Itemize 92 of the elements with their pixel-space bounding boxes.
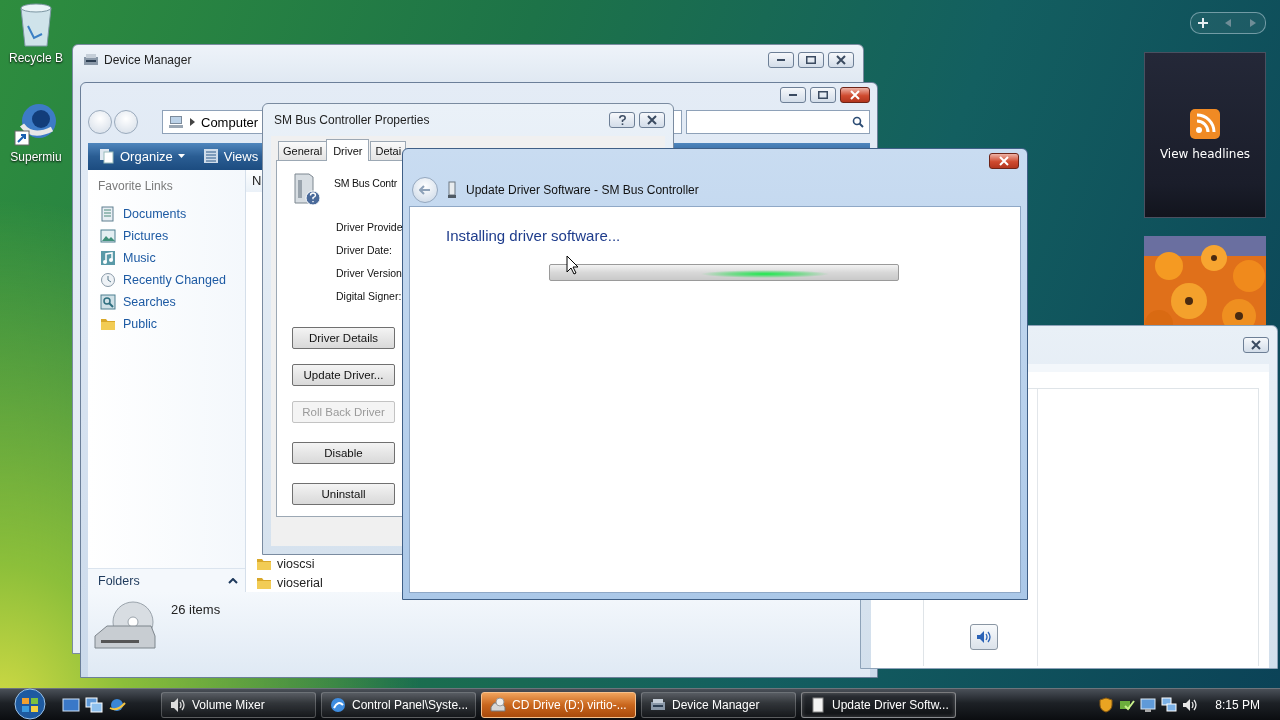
- folder-icon: [100, 316, 116, 331]
- search-folder-icon: [100, 293, 116, 310]
- views-icon: [202, 148, 219, 165]
- plus-icon: [1198, 18, 1209, 28]
- driver-button[interactable]: Update Driver...: [292, 364, 395, 386]
- caret-icon: [177, 154, 185, 159]
- shield-icon[interactable]: [1098, 696, 1115, 713]
- speaker-icon: [976, 630, 992, 644]
- clock[interactable]: 8:15 PM: [1215, 697, 1260, 712]
- taskbar-button[interactable]: CD Drive (D:) virtio-...: [481, 691, 636, 718]
- driver-button[interactable]: Uninstall: [292, 483, 395, 505]
- mute-button[interactable]: [970, 624, 998, 650]
- field-label: Driver Date:: [336, 244, 393, 258]
- music-note-icon: [100, 249, 116, 266]
- window-title: Update Driver Software - SM Bus Controller: [466, 182, 699, 197]
- feed-label[interactable]: View headlines: [1159, 147, 1251, 161]
- close-button[interactable]: [840, 86, 870, 103]
- status-text: 26 items: [171, 602, 221, 618]
- file-name[interactable]: vioscsi: [277, 556, 315, 571]
- search-icon: [852, 116, 864, 129]
- close-icon: [999, 156, 1009, 166]
- right-arrow-icon: [1249, 19, 1256, 27]
- close-icon: [850, 89, 860, 100]
- picture-icon: [100, 227, 116, 244]
- network-icon[interactable]: [1161, 696, 1178, 713]
- close-icon: [1251, 340, 1261, 350]
- breadcrumb[interactable]: Computer: [201, 114, 259, 130]
- close-button[interactable]: [828, 52, 854, 68]
- nav-link[interactable]: Recently Changed: [88, 268, 245, 291]
- chevron-icon: [190, 118, 195, 127]
- nav-link[interactable]: Searches: [88, 290, 245, 313]
- close-button[interactable]: [639, 112, 665, 128]
- status-heading: Installing driver software...: [446, 227, 622, 244]
- switch-windows-icon[interactable]: [85, 696, 103, 713]
- usb-device-icon: [448, 180, 456, 199]
- tab[interactable]: General: [278, 141, 328, 160]
- search-field[interactable]: [686, 110, 870, 135]
- help-icon: [618, 115, 626, 125]
- nav-link[interactable]: Public: [88, 312, 245, 335]
- taskbar-button[interactable]: Device Manager: [641, 691, 796, 718]
- field-label: Digital Signer:: [336, 290, 403, 304]
- tab[interactable]: Detai: [370, 141, 407, 160]
- minimize-icon: [789, 93, 797, 96]
- folder-icon: [256, 556, 272, 571]
- window-title: SM Bus Controller Properties: [274, 113, 431, 127]
- icon-label[interactable]: Supermiu: [10, 150, 62, 164]
- window-title: Device Manager: [104, 53, 193, 67]
- folders-label[interactable]: Folders: [98, 573, 140, 588]
- pages-icon: [99, 148, 115, 165]
- document-icon: [810, 696, 826, 713]
- back-arrow-icon: [419, 184, 431, 195]
- minimize-button[interactable]: [780, 86, 806, 103]
- section-title: Favorite Links: [97, 177, 174, 195]
- taskbar-button[interactable]: Control Panel\Syste...: [321, 691, 476, 718]
- speaker-icon: [170, 696, 186, 713]
- close-icon: [647, 115, 657, 125]
- globe-app-icon: [13, 101, 59, 147]
- maximize-button[interactable]: [810, 86, 836, 103]
- left-arrow-icon: [1225, 19, 1231, 27]
- help-button[interactable]: [609, 112, 635, 128]
- device-name: SM Bus Contr: [334, 176, 397, 189]
- driver-button[interactable]: Disable: [292, 442, 395, 464]
- driver-button[interactable]: Driver Details: [292, 327, 395, 349]
- swirl-icon: [330, 696, 346, 713]
- close-icon: [836, 55, 846, 65]
- minimize-button[interactable]: [768, 52, 794, 68]
- folder-icon: [256, 575, 272, 590]
- tab[interactable]: Driver: [326, 139, 370, 161]
- maximize-icon: [818, 90, 828, 99]
- chevron-up-icon: [228, 577, 238, 584]
- close-button[interactable]: [989, 153, 1019, 169]
- field-label: Driver Version: [336, 267, 403, 281]
- mouse-pointer-icon: [566, 255, 579, 275]
- nav-link[interactable]: Music: [88, 246, 245, 269]
- maximize-button[interactable]: [798, 52, 824, 68]
- minimize-icon: [777, 59, 785, 61]
- field-label: Driver Provide: [336, 221, 403, 235]
- nav-link[interactable]: Documents: [88, 202, 245, 225]
- icon-label[interactable]: Recycle B: [9, 51, 63, 65]
- maximize-icon: [806, 56, 816, 64]
- globe-icon[interactable]: [108, 696, 126, 713]
- close-button[interactable]: [1243, 337, 1269, 353]
- monitor-icon[interactable]: [1140, 696, 1157, 713]
- file-name[interactable]: vioserial: [277, 575, 323, 590]
- taskbar-button[interactable]: Volume Mixer: [161, 691, 316, 718]
- toolbar-button[interactable]: Organize: [96, 146, 188, 167]
- rss-icon: [1190, 109, 1220, 139]
- nav-link[interactable]: Pictures: [88, 224, 245, 247]
- show-desktop-icon[interactable]: [62, 696, 80, 713]
- document-icon: [100, 205, 116, 222]
- taskbar-button[interactable]: Update Driver Softw...: [801, 691, 956, 718]
- clock-icon: [100, 271, 116, 288]
